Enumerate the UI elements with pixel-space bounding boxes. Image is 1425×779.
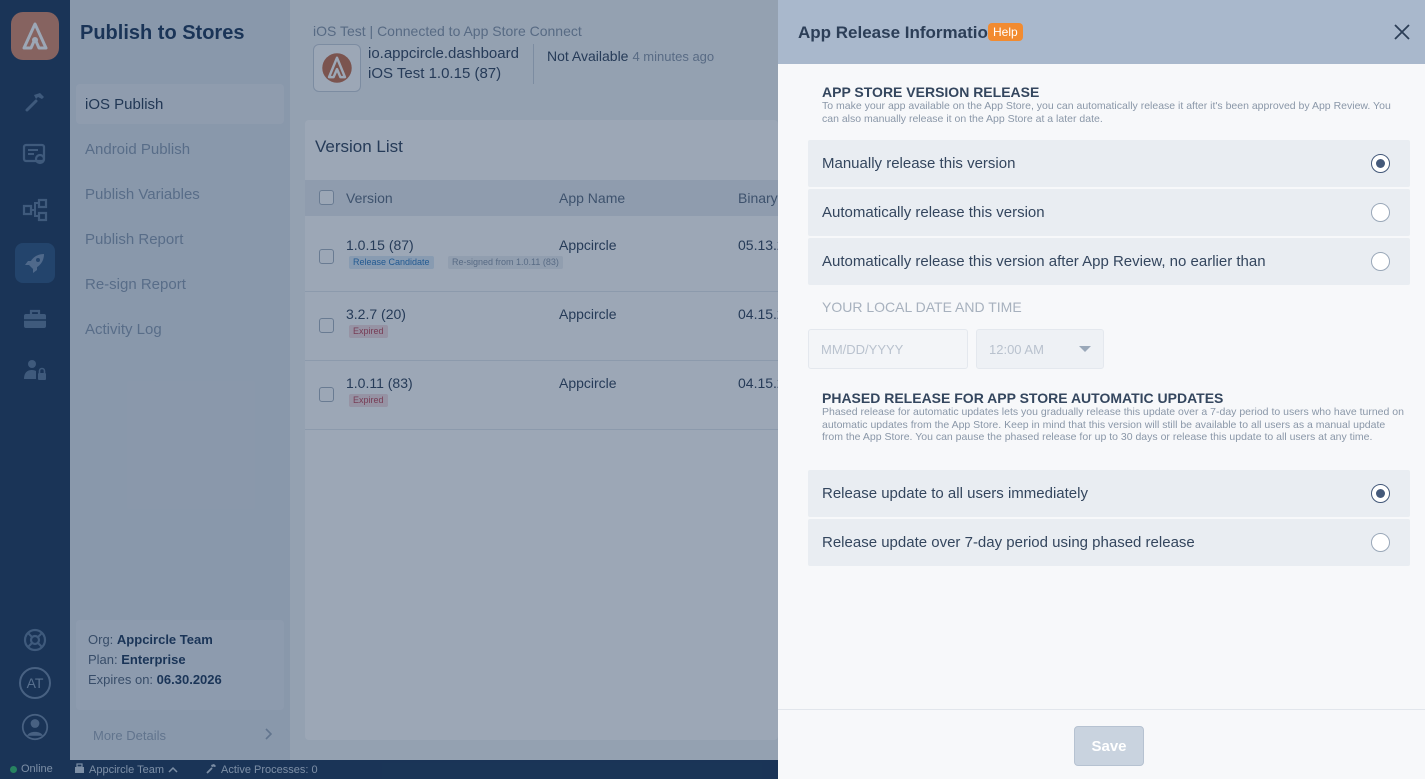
option-label: Automatically release this version [822,204,1045,221]
local-date-time-label: YOUR LOCAL DATE AND TIME [822,299,1022,315]
option-label: Manually release this version [822,155,1016,172]
help-badge[interactable]: Help [988,23,1023,41]
option-automatic-release[interactable]: Automatically release this version [808,189,1410,236]
phased-release-section-title: PHASED RELEASE FOR APP STORE AUTOMATIC U… [822,390,1224,406]
option-release-immediately[interactable]: Release update to all users immediately [808,470,1410,517]
modal-backdrop[interactable] [0,0,778,779]
version-release-section-title: APP STORE VERSION RELEASE [822,84,1040,100]
phased-release-description: Phased release for automatic updates let… [822,406,1404,444]
radio-manual-release[interactable] [1371,154,1390,173]
close-icon [1394,24,1410,40]
option-scheduled-release[interactable]: Automatically release this version after… [808,238,1410,285]
option-phased-release[interactable]: Release update over 7-day period using p… [808,519,1410,566]
option-label: Release update to all users immediately [822,485,1088,502]
radio-scheduled-release[interactable] [1371,252,1390,271]
close-button[interactable] [1392,22,1412,42]
chevron-down-icon [1079,346,1091,352]
release-time-select[interactable]: 12:00 AM [976,329,1104,369]
radio-release-immediately[interactable] [1371,484,1390,503]
version-release-description: To make your app available on the App St… [822,100,1391,125]
drawer-footer: Save [778,709,1425,779]
drawer-header: App Release Information Help [778,0,1425,64]
drawer-title: App Release Information [798,23,999,42]
radio-phased-release[interactable] [1371,533,1390,552]
option-manual-release[interactable]: Manually release this version [808,140,1410,187]
radio-automatic-release[interactable] [1371,203,1390,222]
release-date-input[interactable] [808,329,968,369]
release-time-value: 12:00 AM [989,341,1044,357]
option-label: Automatically release this version after… [822,253,1266,270]
save-button[interactable]: Save [1074,726,1144,766]
option-label: Release update over 7-day period using p… [822,534,1195,551]
app-release-information-drawer: App Release Information Help APP STORE V… [778,0,1425,779]
